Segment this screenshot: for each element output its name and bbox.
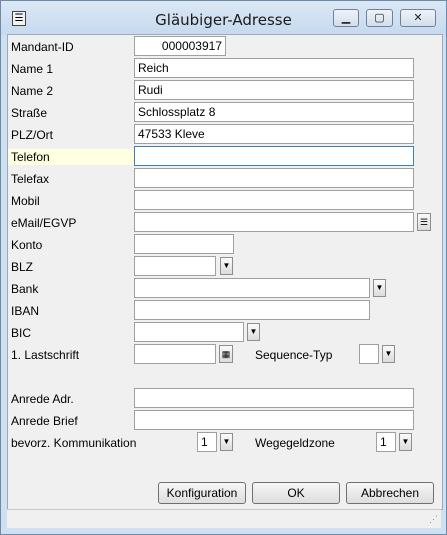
name2-label: Name 2 [11,84,54,98]
name2-field[interactable]: Rudi [134,80,414,100]
wegegeldzone-field[interactable]: 1 [376,432,396,452]
anrede-brief-field[interactable] [134,410,414,430]
name1-label: Name 1 [11,62,54,76]
sequence-typ-dropdown-icon[interactable]: ▼ [382,345,395,363]
blz-label: BLZ [11,260,34,274]
iban-label: IBAN [11,304,40,318]
ok-button[interactable]: OK [252,482,340,504]
dialog-window: ☰ Gläubiger-Adresse ▁ ▢ ✕ Mandant-ID 000… [0,0,447,535]
mobil-field[interactable] [134,190,414,210]
name1-field[interactable]: Reich [134,58,414,78]
maximize-button[interactable]: ▢ [366,9,393,27]
telefax-label: Telefax [11,172,50,186]
konto-field[interactable] [134,234,234,254]
close-button[interactable]: ✕ [400,9,436,27]
strasse-label: Straße [11,106,48,120]
bic-dropdown-icon[interactable]: ▼ [247,323,260,341]
kommunikation-dropdown-icon[interactable]: ▼ [220,433,233,451]
anrede-adr-field[interactable] [134,388,414,408]
status-bar: ⋰ [7,509,441,528]
iban-field[interactable] [134,300,370,320]
sequence-typ-field[interactable] [359,344,379,364]
konfiguration-button[interactable]: Konfiguration [158,482,246,504]
wegegeldzone-label: Wegegeldzone [255,436,335,450]
wegegeldzone-dropdown-icon[interactable]: ▼ [399,433,412,451]
bank-dropdown-icon[interactable]: ▼ [373,279,386,297]
resize-grip-icon[interactable]: ⋰ [429,514,438,525]
telefon-field[interactable] [134,146,414,166]
blz-dropdown-icon[interactable]: ▼ [220,257,233,275]
konto-label: Konto [11,238,43,252]
anrede-brief-label: Anrede Brief [11,414,78,428]
bank-label: Bank [11,282,39,296]
telefax-field[interactable] [134,168,414,188]
telefon-label: Telefon [8,149,135,165]
kommunikation-label: bevorz. Kommunikation [11,436,137,450]
mandant-id-field[interactable]: 000003917 [134,36,226,56]
bic-label: BIC [11,326,32,340]
lastschrift-label: 1. Lastschrift [11,348,80,362]
minimize-button[interactable]: ▁ [333,9,359,27]
kommunikation-field[interactable]: 1 [197,432,217,452]
plz-ort-field[interactable]: 47533 Kleve [134,124,414,144]
blz-field[interactable] [134,256,216,276]
lastschrift-field[interactable] [134,344,216,364]
email-label: eMail/EGVP [11,216,77,230]
title-bar[interactable]: ☰ Gläubiger-Adresse ▁ ▢ ✕ [1,1,446,35]
strasse-field[interactable]: Schlossplatz 8 [134,102,414,122]
bank-field[interactable] [134,278,370,298]
bic-field[interactable] [134,322,244,342]
abbrechen-button[interactable]: Abbrechen [346,482,434,504]
email-field[interactable] [134,212,414,232]
mobil-label: Mobil [11,194,40,208]
email-lookup-icon[interactable]: ☰ [417,213,431,231]
calendar-icon[interactable]: ▦ [219,345,233,363]
mandant-id-label: Mandant-ID [11,40,74,54]
sequence-typ-label: Sequence-Typ [255,348,333,362]
anrede-adr-label: Anrede Adr. [11,392,74,406]
plz-ort-label: PLZ/Ort [11,128,54,142]
